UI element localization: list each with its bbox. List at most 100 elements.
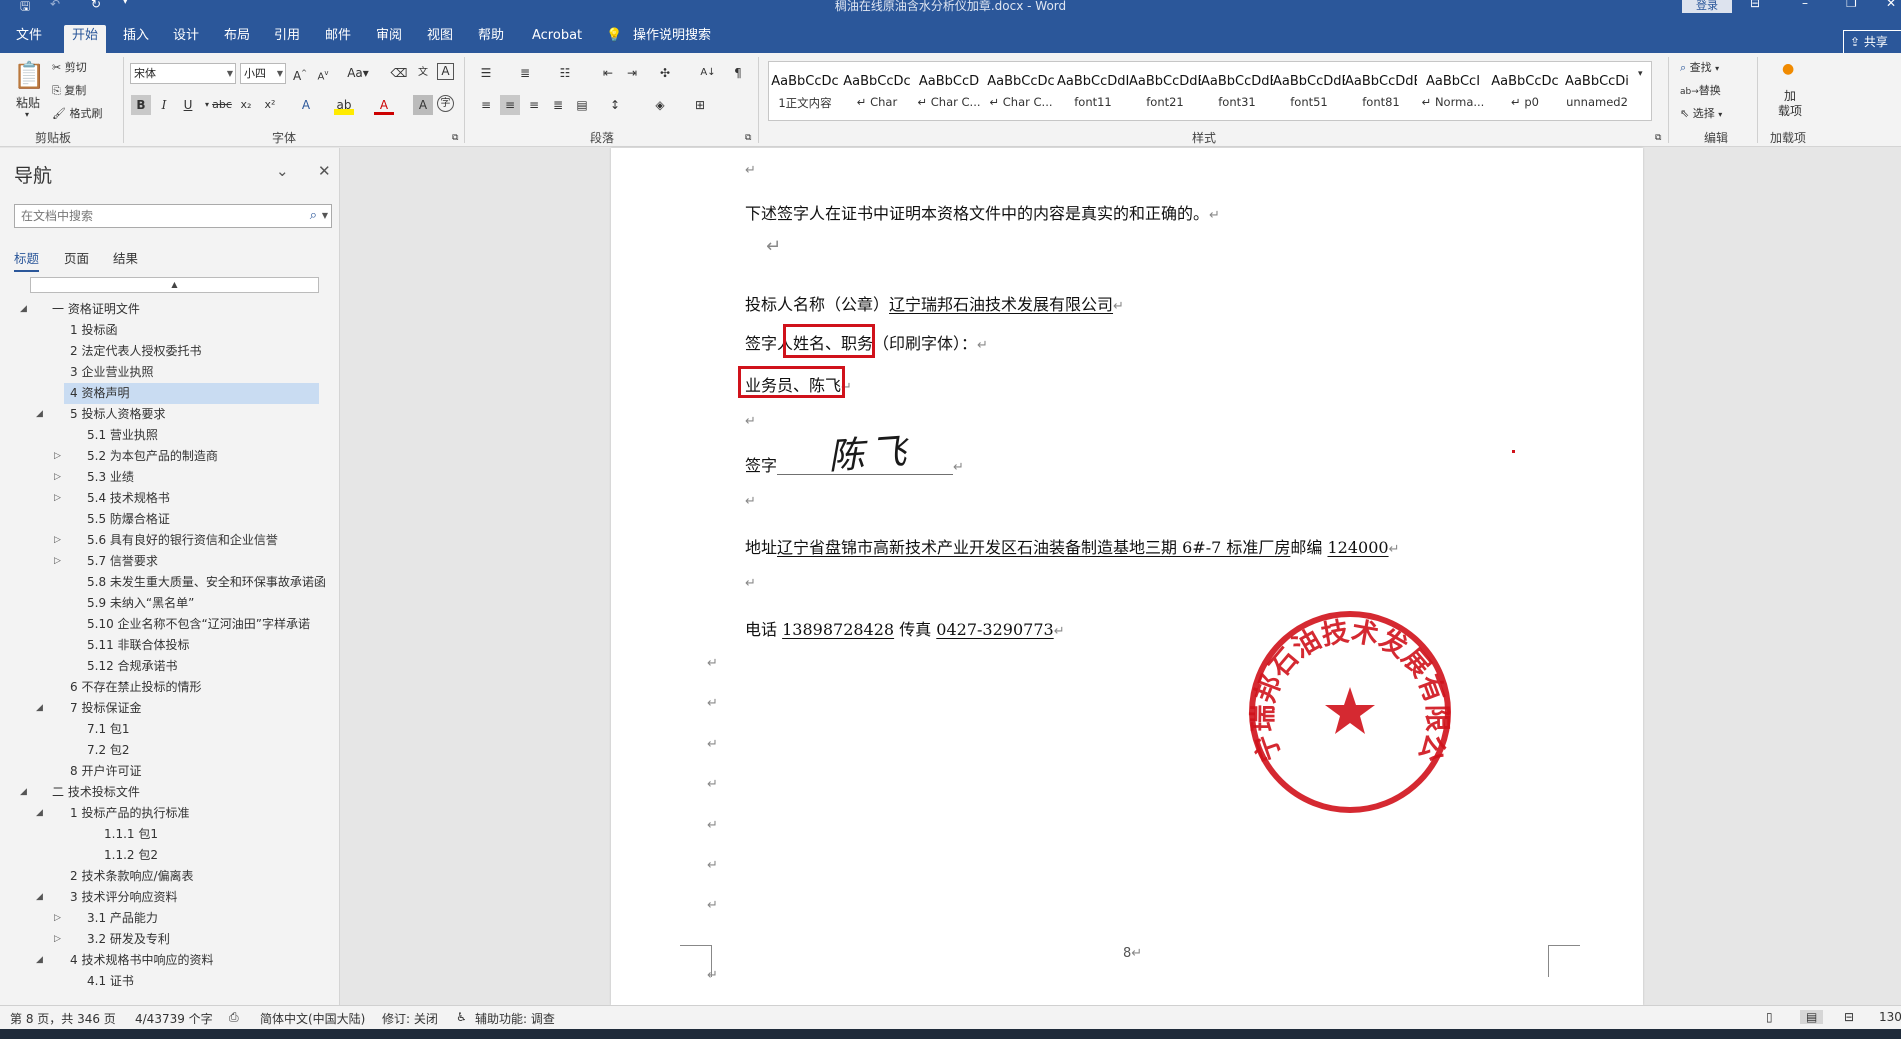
scroll-up-button[interactable]: ▲	[30, 277, 319, 293]
copy-button[interactable]: ⎘ 复制	[52, 82, 86, 98]
nav-heading-item[interactable]: 1 投标产品的执行标准	[64, 803, 319, 824]
login-button[interactable]: 登录	[1682, 0, 1732, 13]
tab-help[interactable]: 帮助	[470, 25, 512, 53]
line-spacing-icon[interactable]: ↕	[605, 95, 625, 115]
bullets-icon[interactable]: ☰	[476, 63, 496, 83]
char-shading-icon[interactable]: A	[413, 95, 433, 115]
dialog-launcher-icon[interactable]: ⧉	[745, 133, 751, 143]
tab-review[interactable]: 审阅	[368, 25, 410, 53]
text-effects-icon[interactable]: A	[296, 95, 316, 115]
language[interactable]: 简体中文(中国大陆)	[260, 1010, 365, 1027]
search-icon[interactable]: ⌕	[310, 205, 317, 227]
proofing-icon[interactable]: ⎙	[229, 1010, 239, 1025]
nav-heading-item[interactable]: 3.2 研发及专利	[81, 929, 319, 950]
format-painter-button[interactable]: 🖌 格式刷	[52, 105, 102, 121]
char-border-icon[interactable]: A	[437, 63, 454, 80]
tab-references[interactable]: 引用	[266, 25, 308, 53]
tell-me-search[interactable]: 操作说明搜索	[625, 25, 719, 53]
style-item[interactable]: AaBbCcDdEe font51	[1273, 62, 1345, 120]
nav-heading-item[interactable]: 5.11 非联合体投标	[81, 635, 319, 656]
tab-insert[interactable]: 插入	[115, 25, 157, 53]
track-changes[interactable]: 修订: 关闭	[382, 1010, 438, 1027]
nav-heading-item[interactable]: 8 开户许可证	[64, 761, 319, 782]
nav-heading-item[interactable]: 5.6 具有良好的银行资信和企业信誉	[81, 530, 319, 551]
collapse-toggle-icon[interactable]: ◢	[20, 787, 27, 797]
web-layout-icon[interactable]: ⊟	[1844, 1010, 1854, 1024]
nav-heading-item[interactable]: 一 资格证明文件	[46, 299, 319, 320]
dialog-launcher-icon[interactable]: ⧉	[452, 133, 458, 143]
restore-icon[interactable]: ❐	[1846, 0, 1857, 10]
collapse-toggle-icon[interactable]: ◢	[36, 808, 43, 818]
collapse-toggle-icon[interactable]: ◢	[36, 892, 43, 902]
ribbon-display-icon[interactable]: ⊟	[1750, 0, 1760, 10]
tab-layout[interactable]: 布局	[216, 25, 258, 53]
contact-line[interactable]: 电话 13898728428 传真 0427-3290773↵	[745, 616, 1065, 640]
style-item[interactable]: AaBbCcD ↵ Char C...	[913, 62, 985, 120]
tab-pages[interactable]: 页面	[64, 248, 89, 267]
bidder-line[interactable]: 投标人名称（公章）辽宁瑞邦石油技术发展有限公司↵	[745, 291, 1124, 315]
minimize-icon[interactable]: –	[1802, 0, 1808, 10]
chevron-down-icon[interactable]: ▾	[25, 110, 29, 119]
distributed-icon[interactable]: ▤	[572, 95, 592, 115]
nav-search-input[interactable]: 在文档中搜索 ⌕ ▼	[14, 204, 332, 228]
nav-heading-item[interactable]: 3.1 产品能力	[81, 908, 319, 929]
nav-heading-item[interactable]: 2 技术条款响应/偏离表	[64, 866, 319, 887]
nav-heading-item[interactable]: 3 技术评分响应资料	[64, 887, 319, 908]
style-item[interactable]: AaBbCcDc ↵ Char	[841, 62, 913, 120]
expand-toggle-icon[interactable]: ▷	[54, 493, 61, 503]
cut-button[interactable]: ✂ 剪切	[52, 59, 87, 75]
style-item[interactable]: AaBbCcDdEe font31	[1201, 62, 1273, 120]
sort-icon[interactable]: A↓	[698, 63, 718, 83]
italic-icon[interactable]: I	[154, 95, 174, 115]
select-button[interactable]: ⇖ 选择 ▾	[1680, 105, 1722, 121]
decrease-indent-icon[interactable]: ⇤	[598, 63, 618, 83]
style-item[interactable]: AaBbCcDc ↵ p0	[1489, 62, 1561, 120]
expand-toggle-icon[interactable]: ▷	[54, 913, 61, 923]
share-button[interactable]: ⇪ 共享	[1843, 30, 1901, 54]
nav-heading-item[interactable]: 5.8 未发生重大质量、安全和环保事故承诺函	[81, 572, 326, 593]
style-item[interactable]: AaBbCcDc 1正文内容	[769, 62, 841, 120]
close-icon[interactable]: ✕	[1886, 0, 1896, 10]
clear-format-icon[interactable]: ⌫	[389, 63, 409, 83]
change-case-icon[interactable]: Aa▾	[344, 63, 372, 83]
shading-icon[interactable]: ◈	[650, 95, 670, 115]
nav-heading-item[interactable]: 4 资格声明	[64, 383, 319, 404]
nav-heading-item[interactable]: 1 投标函	[64, 320, 319, 341]
expand-toggle-icon[interactable]: ▷	[54, 451, 61, 461]
tab-design[interactable]: 设计	[165, 25, 207, 53]
strikethrough-icon[interactable]: abc	[212, 95, 232, 115]
zoom-level[interactable]: 130	[1879, 1010, 1901, 1024]
font-color-icon[interactable]: A	[374, 95, 394, 115]
align-left-icon[interactable]: ≡	[476, 95, 496, 115]
collapse-toggle-icon[interactable]: ◢	[36, 955, 43, 965]
borders-icon[interactable]: ⊞	[690, 95, 710, 115]
nav-heading-item[interactable]: 7.1 包1	[81, 719, 319, 740]
increase-indent-icon[interactable]: ⇥	[622, 63, 642, 83]
expand-toggle-icon[interactable]: ▷	[54, 472, 61, 482]
nav-heading-item[interactable]: 2 法定代表人授权委托书	[64, 341, 319, 362]
nav-heading-item[interactable]: 5.9 未纳入“黑名单”	[81, 593, 319, 614]
justify-icon[interactable]: ≣	[548, 95, 568, 115]
print-layout-icon[interactable]: ▤	[1800, 1010, 1824, 1024]
tab-home[interactable]: 开始	[64, 25, 107, 53]
tab-mailings[interactable]: 邮件	[317, 25, 359, 53]
style-item[interactable]: AaBbCcDdE font21	[1129, 62, 1201, 120]
nav-heading-item[interactable]: 5 投标人资格要求	[64, 404, 319, 425]
show-marks-icon[interactable]: ¶	[728, 63, 748, 83]
numbering-icon[interactable]: ≣	[515, 63, 535, 83]
paste-icon[interactable]: 📋	[13, 61, 45, 91]
chevron-down-icon[interactable]: ⌄	[276, 162, 289, 180]
nav-heading-item[interactable]: 5.3 业绩	[81, 467, 319, 488]
nav-heading-item[interactable]: 6 不存在禁止投标的情形	[64, 677, 319, 698]
style-item[interactable]: AaBbCcI ↵ Norma...	[1417, 62, 1489, 120]
nav-heading-item[interactable]: 1.1.1 包1	[98, 824, 319, 845]
chevron-down-icon[interactable]: ▼	[322, 205, 328, 227]
nav-heading-item[interactable]: 4.1 证书	[81, 971, 319, 992]
accessibility-icon[interactable]: ♿	[456, 1010, 467, 1024]
tab-results[interactable]: 结果	[113, 248, 138, 267]
multilevel-list-icon[interactable]: ☷	[555, 63, 575, 83]
replace-button[interactable]: ab→替换	[1680, 82, 1721, 98]
tab-acrobat[interactable]: Acrobat	[524, 25, 590, 53]
nav-heading-item[interactable]: 5.1 营业执照	[81, 425, 319, 446]
chinese-layout-icon[interactable]: ✣	[655, 63, 675, 83]
